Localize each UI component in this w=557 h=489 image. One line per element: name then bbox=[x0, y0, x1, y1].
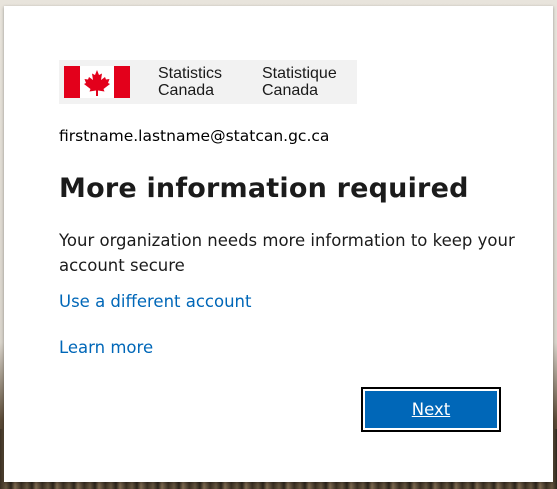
sign-in-dialog: Statistics Canada Statistique Canada fir… bbox=[4, 6, 553, 482]
logo-wordmark-english: Statistics Canada bbox=[158, 65, 222, 99]
use-different-account-link[interactable]: Use a different account bbox=[59, 292, 251, 311]
learn-more-link[interactable]: Learn more bbox=[59, 338, 153, 357]
info-description: Your organization needs more information… bbox=[59, 231, 515, 275]
page-title: More information required bbox=[59, 173, 469, 204]
logo-text: Statistique bbox=[262, 65, 337, 82]
account-email: firstname.lastname@statcan.gc.ca bbox=[59, 127, 330, 145]
logo-text: Statistics bbox=[158, 65, 223, 82]
logo-text: Canada bbox=[158, 82, 215, 99]
next-button[interactable]: Next bbox=[361, 387, 501, 432]
statcan-logo: Statistics Canada Statistique Canada bbox=[59, 60, 357, 104]
logo-text: Canada bbox=[262, 82, 319, 99]
canada-flag-icon bbox=[64, 66, 130, 98]
logo-wordmark-french: Statistique Canada bbox=[262, 65, 337, 99]
